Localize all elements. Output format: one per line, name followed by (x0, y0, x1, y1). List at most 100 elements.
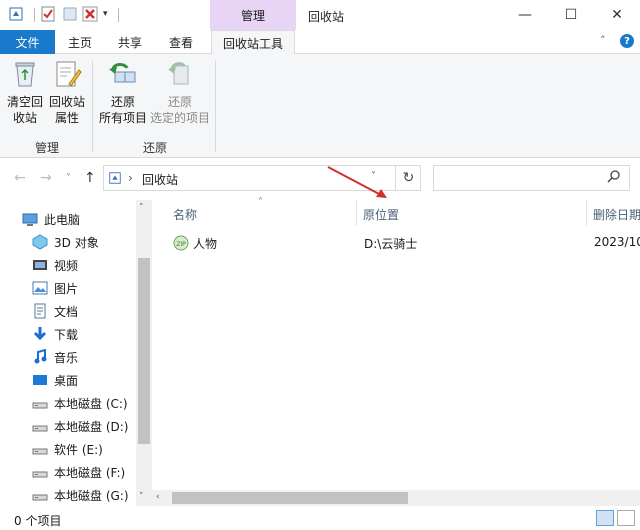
nav-item[interactable]: 桌面 (32, 369, 78, 391)
nav-item[interactable]: 3D 对象 (32, 231, 99, 253)
empty-recycle-bin-button[interactable]: 清空回 收站 (4, 58, 46, 126)
ribbon-collapse-icon[interactable]: ˄ (600, 34, 606, 47)
group-label-restore: 还原 (143, 141, 168, 155)
up-button[interactable]: ↑ (84, 170, 96, 186)
nav-item[interactable]: 软件 (E:) (32, 438, 103, 460)
empty-recycle-bin-label: 清空回 收站 (6, 95, 43, 125)
column-divider[interactable] (356, 200, 357, 226)
drive-icon (32, 448, 48, 455)
restore-selected-icon (168, 62, 189, 85)
search-icon[interactable] (607, 169, 621, 183)
zip-file-icon: ZIP (173, 235, 189, 251)
music-icon (34, 349, 47, 364)
nav-item-label: 下载 (54, 327, 79, 342)
help-icon[interactable]: ? (620, 34, 634, 48)
nav-item[interactable]: 视频 (32, 254, 78, 276)
column-header-original-location[interactable]: 原位置 (363, 206, 399, 223)
breadcrumb-separator-icon[interactable]: › (128, 171, 133, 185)
ribbon-group-separator (92, 60, 93, 152)
details-view-button[interactable] (596, 510, 614, 526)
documents-icon (34, 303, 46, 319)
restore-all-label: 还原 所有项目 (98, 95, 147, 125)
nav-item-label: 音乐 (54, 350, 79, 365)
recycle-bin-icon (109, 172, 121, 184)
desktop-icon (33, 375, 47, 385)
group-label-manage: 管理 (35, 141, 60, 155)
restore-all-button[interactable]: 还原 所有项目 (96, 58, 150, 126)
tab-view[interactable]: 查看 (158, 30, 204, 54)
pictures-icon (32, 281, 48, 295)
recycle-bin-properties-label: 回收站 属性 (48, 95, 85, 125)
close-button[interactable]: ✕ (594, 0, 640, 30)
recent-locations-button[interactable]: ˅ (66, 173, 71, 184)
nav-item-label: 文档 (54, 304, 79, 319)
nav-item[interactable]: 本地磁盘 (C:) (32, 392, 128, 414)
nav-item-label: 图片 (54, 281, 79, 296)
tab-home[interactable]: 主页 (58, 30, 102, 54)
nav-item[interactable]: 本地磁盘 (D:) (32, 415, 128, 437)
nav-item-label: 本地磁盘 (G:) (54, 488, 129, 503)
folder-properties-icon[interactable] (8, 6, 24, 22)
drive-icon (32, 402, 48, 409)
item-count: 0 个项目 (14, 514, 62, 528)
scroll-left-icon[interactable]: ‹ (156, 492, 160, 502)
new-folder-icon[interactable] (62, 6, 78, 22)
recycle-bin-empty-icon (15, 62, 35, 87)
ribbon-group-separator (215, 60, 216, 152)
nav-scrollbar-thumb[interactable] (138, 258, 150, 444)
delete-icon[interactable] (82, 6, 98, 22)
file-original-location: D:\云骑士 (364, 237, 418, 251)
tab-file[interactable]: 文件 (0, 30, 55, 54)
context-group-manage: 管理 (210, 0, 296, 30)
drive-icon (32, 425, 48, 432)
status-bar (0, 508, 640, 530)
column-header-date-deleted[interactable]: 删除日期 (593, 206, 640, 223)
column-header-name[interactable]: 名称 (173, 206, 197, 223)
downloads-icon (33, 327, 47, 341)
nav-item[interactable]: 此电脑 (22, 208, 80, 230)
forward-button[interactable]: → (40, 170, 52, 186)
window-title: 回收站 (308, 10, 345, 24)
sort-ascending-icon: ˄ (258, 197, 263, 208)
3d-objects-icon (32, 234, 48, 250)
nav-item-label: 3D 对象 (54, 235, 99, 250)
recycle-bin-properties-button[interactable]: 回收站 属性 (46, 58, 88, 126)
nav-item-label: 桌面 (54, 373, 79, 388)
drive-icon (32, 471, 48, 478)
back-button[interactable]: ← (14, 170, 26, 186)
nav-item[interactable]: 下载 (32, 323, 78, 345)
nav-item-label: 本地磁盘 (C:) (54, 396, 128, 411)
drive-icon (32, 494, 48, 501)
nav-item[interactable]: 音乐 (32, 346, 78, 368)
qat-separator (118, 8, 119, 22)
nav-item-label: 本地磁盘 (D:) (54, 419, 129, 434)
nav-item-label: 本地磁盘 (F:) (54, 465, 126, 480)
file-name: 人物 (193, 237, 218, 251)
nav-item-label: 视频 (54, 258, 79, 273)
horizontal-scrollbar-thumb[interactable] (172, 492, 408, 504)
restore-selected-label: 还原 选定的项目 (150, 95, 211, 125)
nav-item[interactable]: 文档 (32, 300, 78, 322)
checkmark-properties-icon[interactable] (40, 6, 56, 22)
qat-customize-icon[interactable]: ▾ (103, 9, 108, 19)
nav-item[interactable]: 图片 (32, 277, 78, 299)
qat-separator (34, 8, 35, 22)
file-date-deleted: 2023/10 (594, 235, 640, 249)
breadcrumb-recycle-bin[interactable]: 回收站 (142, 171, 178, 188)
videos-icon (33, 260, 47, 270)
refresh-button[interactable]: ↻ (395, 165, 421, 191)
scroll-up-icon[interactable]: ˄ (139, 203, 144, 213)
properties-icon (56, 61, 82, 87)
nav-item[interactable]: 本地磁盘 (G:) (32, 484, 129, 506)
nav-item[interactable]: 本地磁盘 (F:) (32, 461, 125, 483)
minimize-button[interactable]: — (502, 0, 548, 30)
search-input[interactable] (433, 165, 630, 191)
maximize-button[interactable]: ☐ (548, 0, 594, 30)
scroll-down-icon[interactable]: ˅ (139, 492, 144, 502)
address-history-dropdown[interactable]: ˅ (371, 171, 376, 182)
large-icons-view-button[interactable] (617, 510, 635, 526)
tab-share[interactable]: 共享 (108, 30, 152, 54)
restore-selected-button[interactable]: 还原 选定的项目 (150, 58, 210, 126)
column-divider[interactable] (586, 200, 587, 226)
tab-recycle-bin-tools[interactable]: 回收站工具 (211, 30, 295, 55)
